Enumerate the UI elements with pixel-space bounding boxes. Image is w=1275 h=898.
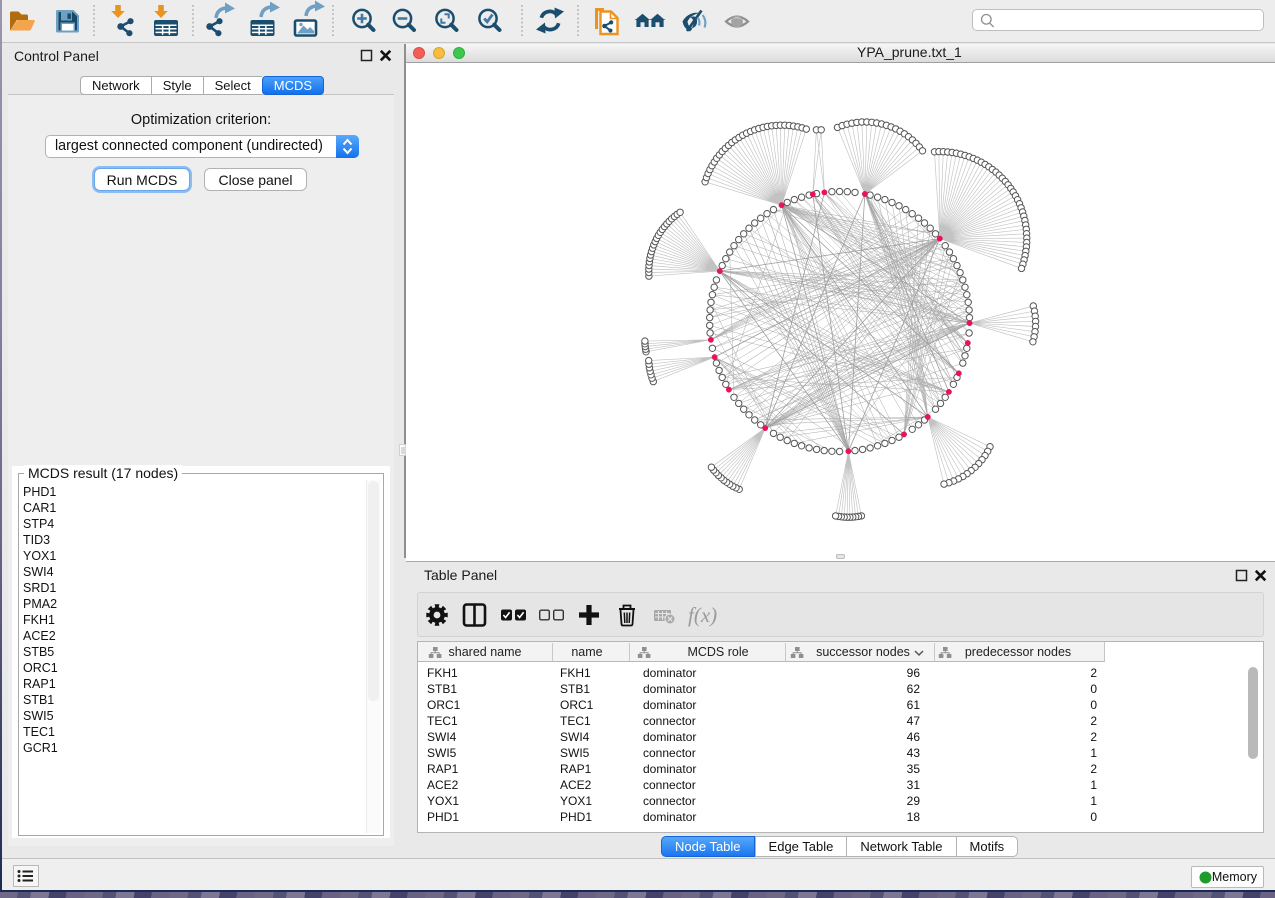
svg-text:f(x): f(x) xyxy=(688,603,717,627)
